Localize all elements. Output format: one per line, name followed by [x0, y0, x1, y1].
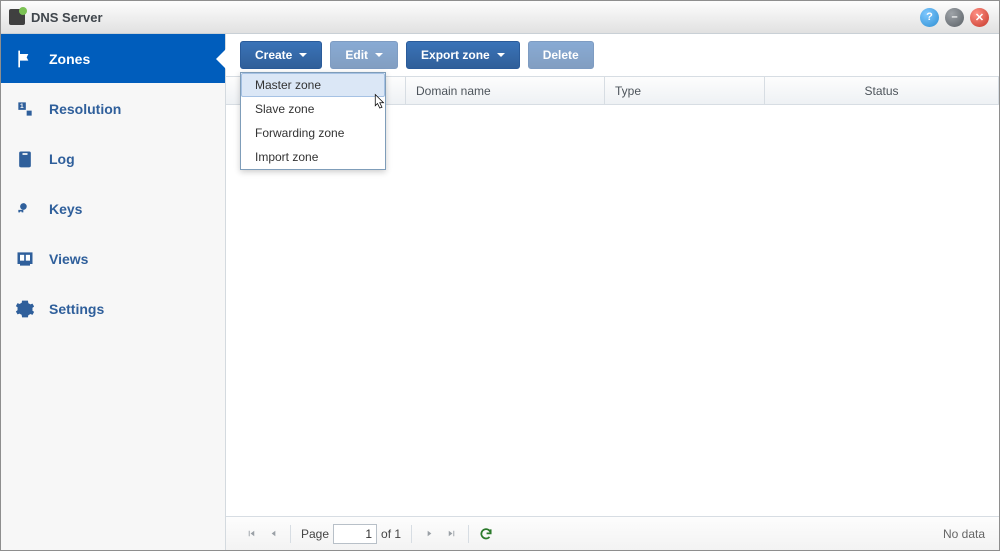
pager-status: No data	[943, 527, 985, 541]
page-label: Page	[301, 527, 329, 541]
col-status[interactable]: Status	[765, 77, 999, 104]
key-icon	[15, 199, 35, 219]
dns-server-window: DNS Server ? – ✕ Zones 1 Resolution	[0, 0, 1000, 551]
sidebar-item-zones[interactable]: Zones	[1, 34, 225, 84]
create-menu-slave-zone[interactable]: Slave zone	[241, 97, 385, 121]
app-icon	[9, 9, 25, 25]
last-page-button[interactable]	[440, 523, 462, 545]
menu-item-label: Forwarding zone	[255, 126, 344, 140]
export-zone-button[interactable]: Export zone	[406, 41, 520, 69]
toolbar: Create Edit Export zone Delete M	[226, 34, 999, 76]
sidebar-item-views[interactable]: Views	[1, 234, 225, 284]
page-of-label: of 1	[381, 527, 401, 541]
flag-icon	[15, 49, 35, 69]
refresh-button[interactable]	[475, 523, 497, 545]
first-page-button[interactable]	[240, 523, 262, 545]
resolution-icon: 1	[15, 99, 35, 119]
sidebar: Zones 1 Resolution Log Keys	[1, 34, 226, 550]
sidebar-item-log[interactable]: Log	[1, 134, 225, 184]
sidebar-item-label: Keys	[49, 201, 82, 217]
sidebar-item-keys[interactable]: Keys	[1, 184, 225, 234]
sidebar-item-label: Resolution	[49, 101, 121, 117]
main-panel: Create Edit Export zone Delete M	[226, 34, 999, 550]
sidebar-item-label: Settings	[49, 301, 104, 317]
chevron-down-icon	[299, 53, 307, 61]
window-title: DNS Server	[31, 10, 103, 25]
next-page-button[interactable]	[418, 523, 440, 545]
button-label: Export zone	[421, 48, 490, 62]
create-dropdown: Master zone Slave zone Forwarding zone I…	[240, 72, 386, 170]
menu-item-label: Import zone	[255, 150, 318, 164]
edit-button[interactable]: Edit	[330, 41, 398, 69]
sidebar-item-label: Views	[49, 251, 88, 267]
menu-item-label: Master zone	[255, 78, 321, 92]
delete-button[interactable]: Delete	[528, 41, 594, 69]
views-icon	[15, 249, 35, 269]
create-menu-master-zone[interactable]: Master zone	[241, 73, 385, 97]
create-menu-forwarding-zone[interactable]: Forwarding zone	[241, 121, 385, 145]
close-button[interactable]: ✕	[970, 8, 989, 27]
gear-icon	[15, 299, 35, 319]
button-label: Create	[255, 48, 292, 62]
clipboard-icon	[15, 149, 35, 169]
create-button[interactable]: Create	[240, 41, 322, 69]
col-domain[interactable]: Domain name	[406, 77, 605, 104]
prev-page-button[interactable]	[262, 523, 284, 545]
button-label: Delete	[543, 48, 579, 62]
button-label: Edit	[345, 48, 368, 62]
pager: Page of 1 No data	[226, 516, 999, 550]
col-type[interactable]: Type	[605, 77, 765, 104]
chevron-down-icon	[497, 53, 505, 61]
create-menu-import-zone[interactable]: Import zone	[241, 145, 385, 169]
help-button[interactable]: ?	[920, 8, 939, 27]
chevron-down-icon	[375, 53, 383, 61]
sidebar-item-settings[interactable]: Settings	[1, 284, 225, 334]
titlebar: DNS Server ? – ✕	[1, 1, 999, 34]
sidebar-item-resolution[interactable]: 1 Resolution	[1, 84, 225, 134]
page-input[interactable]	[333, 524, 377, 544]
minimize-button[interactable]: –	[945, 8, 964, 27]
sidebar-item-label: Zones	[49, 51, 90, 67]
svg-text:1: 1	[20, 103, 24, 110]
sidebar-item-label: Log	[49, 151, 75, 167]
menu-item-label: Slave zone	[255, 102, 314, 116]
